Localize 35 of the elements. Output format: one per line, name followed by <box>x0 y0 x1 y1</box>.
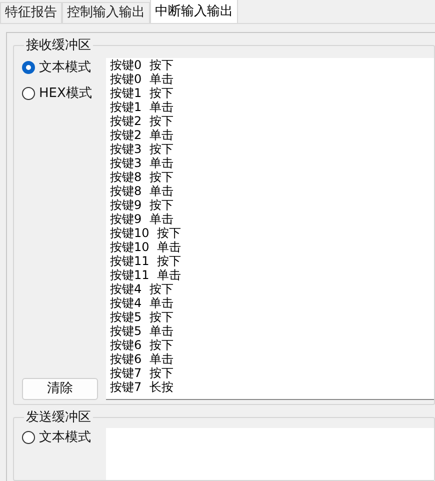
log-line: 按键8 单击 <box>110 184 174 198</box>
log-line: 按键7 长按 <box>110 380 174 394</box>
radio-label: 文本模式 <box>39 59 91 77</box>
log-line: 按键2 按下 <box>110 114 174 128</box>
radio-button[interactable] <box>22 86 35 100</box>
tab[interactable]: 控制输入输出 <box>62 2 150 23</box>
log-line: 按键0 按下 <box>110 58 174 72</box>
radio-label: 文本模式 <box>39 429 91 447</box>
radio-button[interactable] <box>22 61 35 74</box>
tab[interactable]: 中断输入输出 <box>150 0 238 23</box>
log-line: 按键1 按下 <box>110 86 174 100</box>
log-line: 按键11 单击 <box>110 268 181 282</box>
log-line: 按键0 单击 <box>110 72 174 86</box>
log-line: 按键10 按下 <box>110 226 181 240</box>
log-line: 按键5 单击 <box>110 324 174 338</box>
log-line: 按键3 单击 <box>110 156 174 170</box>
log-line: 按键4 按下 <box>110 282 174 296</box>
log-line: 按键6 按下 <box>110 338 174 352</box>
log-line: 按键7 按下 <box>110 366 174 380</box>
log-line: 按键1 单击 <box>110 100 174 114</box>
clear-button[interactable]: 清除 <box>22 378 98 400</box>
log-line: 按键9 单击 <box>110 212 174 226</box>
receive-text-area[interactable]: 按键0 按下 按键0 单击 按键1 按下 按键1 单击 按键2 按下 按键2 单击 按键3 按下 按键3 单击 按键8 按下 按键8 单击 按键9 按下 按键9 单击 按键10 按下 按键10 单击 按键11 按下 按键11 单击 按键4 按下 按键4 单击 按键5 按下 按键5 单击 按键6 按下 按键6 单击 按键7 按下 按键7 长按 <box>106 58 434 400</box>
tab[interactable]: 特征报告 <box>0 2 62 23</box>
log-line: 按键9 按下 <box>110 198 174 212</box>
radio-button[interactable] <box>22 431 35 444</box>
radio-label: HEX模式 <box>39 84 92 102</box>
log-line: 按键6 单击 <box>110 352 174 366</box>
log-line: 按键10 单击 <box>110 240 181 254</box>
log-line: 按键2 单击 <box>110 128 174 142</box>
log-line: 按键3 按下 <box>110 142 174 156</box>
log-line: 按键5 按下 <box>110 310 174 324</box>
log-line: 按键11 按下 <box>110 254 181 268</box>
log-line: 按键4 单击 <box>110 296 174 310</box>
log-line: 按键8 按下 <box>110 170 174 184</box>
